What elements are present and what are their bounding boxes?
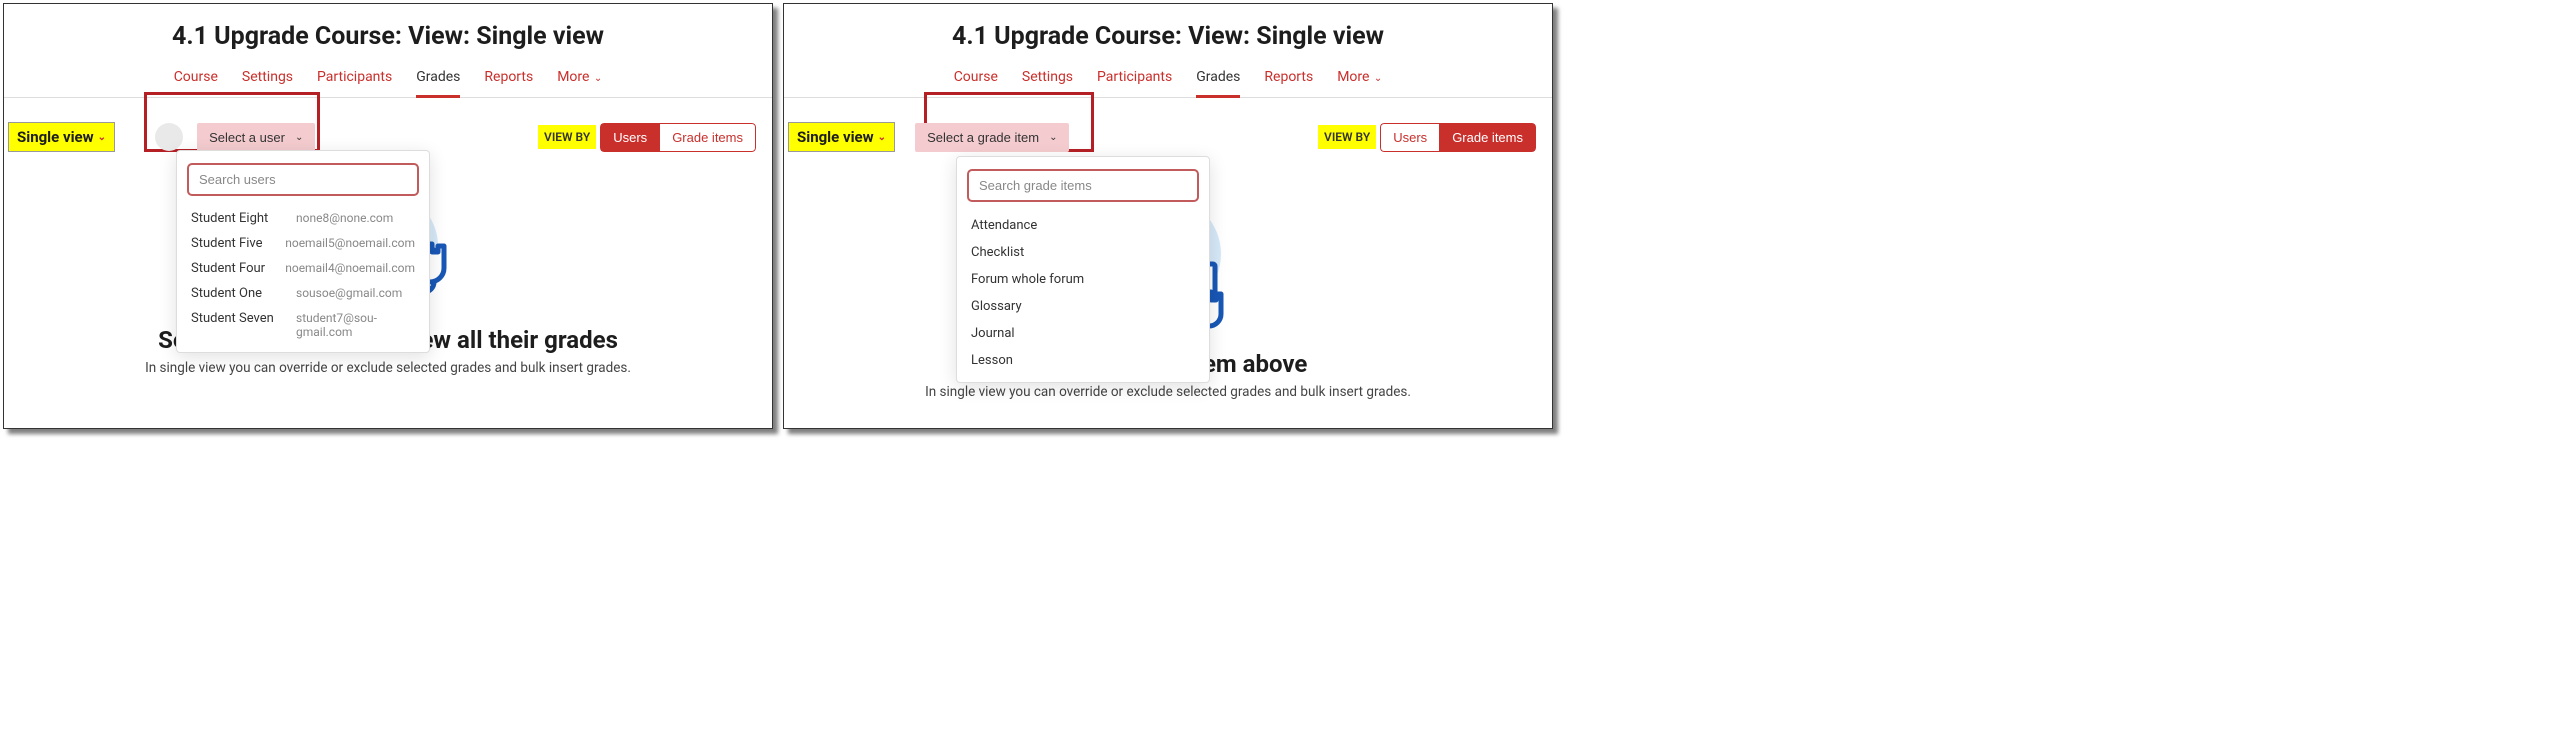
avatar-placeholder [155,123,183,151]
select-user-button[interactable]: Select a user ⌄ [197,123,315,152]
user-option[interactable]: Student Onesousoe@gmail.com [177,281,429,306]
search-users-input[interactable] [187,163,419,196]
chevron-down-icon: ⌄ [1371,73,1382,84]
user-dropdown: Student Eightnone8@none.com Student Five… [176,150,430,353]
gradeitem-option[interactable]: Glossary [957,293,1209,320]
nav-participants[interactable]: Participants [317,63,392,97]
user-email: noemail4@noemail.com [285,261,415,276]
panel-gradeitems-view: 4.1 Upgrade Course: View: Single view Co… [783,3,1553,429]
hero-subtitle: In single view you can override or exclu… [4,360,772,376]
toggle-grade-items[interactable]: Grade items [1439,123,1536,152]
gradeitem-option[interactable]: Forum whole forum [957,266,1209,293]
nav-participants[interactable]: Participants [1097,63,1172,97]
viewby-label: VIEW BY [1318,125,1376,149]
user-option[interactable]: Student Eightnone8@none.com [177,206,429,231]
viewby-toggle: Users Grade items [1380,123,1536,152]
toolbar: Single view ⌄ Select a user ⌄ VIEW BY Us… [4,98,772,156]
panel-users-view: 4.1 Upgrade Course: View: Single view Co… [3,3,773,429]
mode-label: Single view [797,128,874,146]
gradeitem-option[interactable]: Attendance [957,212,1209,239]
gradeitem-option[interactable]: Lesson [957,347,1209,374]
select-grade-item-label: Select a grade item [927,130,1039,145]
hero-subtitle: In single view you can override or exclu… [784,384,1552,400]
nav-settings[interactable]: Settings [242,63,293,97]
nav-more[interactable]: More ⌄ [1337,63,1382,97]
page-title: 4.1 Upgrade Course: View: Single view [4,4,772,63]
chevron-down-icon: ⌄ [98,132,106,143]
nav-course[interactable]: Course [174,63,218,97]
mode-label: Single view [17,128,94,146]
gradeitem-option[interactable]: Journal [957,320,1209,347]
user-email: noemail5@noemail.com [285,236,415,251]
toolbar: Single view ⌄ Select a grade item ⌄ VIEW… [784,98,1552,156]
user-email: sousoe@gmail.com [296,286,415,301]
mode-selector[interactable]: Single view ⌄ [788,122,895,152]
chevron-down-icon: ⌄ [1049,132,1057,143]
user-email: none8@none.com [296,211,415,226]
chevron-down-icon: ⌄ [295,132,303,143]
user-name: Student Seven [191,311,296,339]
search-gradeitems-input[interactable] [967,169,1199,202]
user-email: student7@sou-gmail.com [296,311,415,339]
user-name: Student Eight [191,211,296,226]
nav-grades[interactable]: Grades [416,63,460,98]
nav-reports[interactable]: Reports [1264,63,1313,97]
viewby-label: VIEW BY [538,125,596,149]
user-name: Student One [191,286,296,301]
user-option[interactable]: Student Fournoemail4@noemail.com [177,256,429,281]
user-option[interactable]: Student Sevenstudent7@sou-gmail.com [177,306,429,344]
nav-more[interactable]: More ⌄ [557,63,602,97]
toggle-grade-items[interactable]: Grade items [659,123,756,152]
course-nav: Course Settings Participants Grades Repo… [4,63,772,98]
toggle-users[interactable]: Users [1380,123,1439,152]
viewby-toggle: Users Grade items [600,123,756,152]
chevron-down-icon: ⌄ [591,73,602,84]
gradeitem-dropdown: Attendance Checklist Forum whole forum G… [956,156,1210,383]
user-name: Student Four [191,261,285,276]
mode-selector[interactable]: Single view ⌄ [8,122,115,152]
nav-reports[interactable]: Reports [484,63,533,97]
gradeitem-option[interactable]: Checklist [957,239,1209,266]
select-grade-item-button[interactable]: Select a grade item ⌄ [915,123,1069,152]
nav-grades[interactable]: Grades [1196,63,1240,98]
nav-course[interactable]: Course [954,63,998,97]
select-user-label: Select a user [209,130,285,145]
page-title: 4.1 Upgrade Course: View: Single view [784,4,1552,63]
chevron-down-icon: ⌄ [878,132,886,143]
toggle-users[interactable]: Users [600,123,659,152]
nav-settings[interactable]: Settings [1022,63,1073,97]
course-nav: Course Settings Participants Grades Repo… [784,63,1552,98]
user-option[interactable]: Student Fivenoemail5@noemail.com [177,231,429,256]
user-name: Student Five [191,236,285,251]
